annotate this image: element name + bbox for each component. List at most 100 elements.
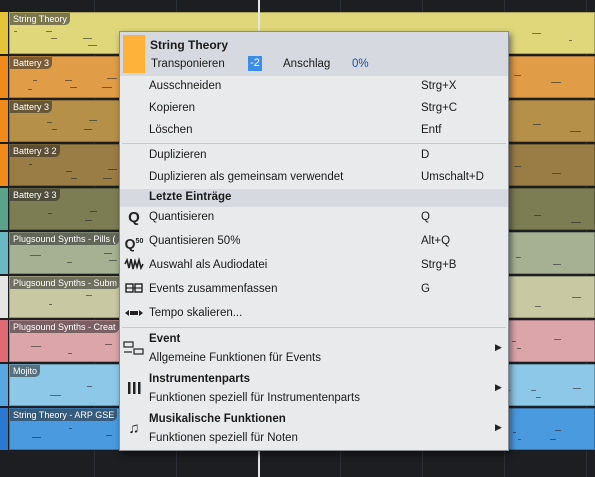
transpose-label: Transponieren — [151, 58, 225, 70]
note-mark — [104, 253, 112, 254]
part-title: Battery 3 — [10, 57, 53, 69]
quantize-50-icon: Q50 — [124, 235, 144, 252]
track-color-strip — [0, 408, 8, 450]
velocity-label: Anschlag — [283, 58, 331, 70]
track-color-strip — [0, 144, 8, 186]
menu-item-label: Duplizieren — [149, 149, 207, 161]
menu-item-tempo-scale[interactable]: Tempo skalieren... — [120, 303, 508, 325]
menu-item-shortcut: G — [421, 283, 430, 295]
submenu-title: Instrumentenparts — [149, 373, 250, 385]
menu-item-cut[interactable]: Ausschneiden Strg+X — [120, 76, 508, 98]
track-color-strip — [0, 188, 8, 230]
note-mark — [33, 80, 37, 81]
menu-item-shortcut: Entf — [421, 124, 442, 136]
note-mark — [14, 31, 17, 32]
note-mark — [513, 432, 516, 433]
note-mark — [512, 341, 516, 342]
recent-section-header: Letzte Einträge — [120, 189, 508, 207]
part-title: Plugsound Synths - Subm — [10, 277, 121, 289]
note-mark — [69, 428, 72, 429]
menu-item-delete[interactable]: Löschen Entf — [120, 120, 508, 142]
event-icon — [122, 340, 146, 360]
menu-item-label: Events zusammenfassen — [149, 283, 278, 295]
note-mark — [518, 439, 521, 440]
note-mark — [571, 222, 581, 223]
note-mark — [29, 164, 32, 165]
transpose-input[interactable]: -2 — [248, 56, 262, 71]
menu-item-label: Auswahl als Audiodatei — [149, 259, 268, 271]
menu-item-bounce-audio[interactable]: Auswahl als Audiodatei Strg+B — [120, 255, 508, 277]
menu-item-duplicate[interactable]: Duplizieren D — [120, 145, 508, 167]
submenu-title: Event — [149, 333, 181, 345]
note-mark — [90, 211, 97, 212]
menu-item-quantize[interactable]: Q Quantisieren Q — [120, 207, 508, 229]
note-mark — [552, 173, 561, 174]
note-mark — [88, 45, 97, 46]
note-mark — [572, 297, 581, 298]
menu-item-label: Quantisieren — [149, 211, 215, 223]
note-mark — [102, 87, 112, 88]
note-mark — [30, 255, 41, 256]
track-color-strip — [0, 320, 8, 362]
note-mark — [514, 75, 521, 76]
track-color-strip — [0, 232, 8, 274]
submenu-description: Funktionen speziell für Noten — [149, 432, 298, 444]
menu-item-shortcut: Strg+C — [421, 102, 458, 114]
note-mark — [517, 348, 521, 349]
menu-separator — [122, 143, 506, 144]
note-mark — [48, 213, 52, 214]
note-mark — [50, 395, 61, 396]
note-mark — [84, 129, 92, 130]
note-mark — [46, 31, 52, 32]
note-mark — [550, 439, 556, 440]
menu-item-shortcut: Alt+Q — [421, 235, 451, 247]
context-menu: String Theory Transponieren -2 Anschlag … — [119, 31, 509, 451]
note-mark — [66, 171, 72, 172]
part-title: Battery 3 2 — [10, 145, 60, 157]
submenu-description: Allgemeine Funktionen für Events — [149, 352, 321, 364]
waveform-icon — [123, 256, 145, 275]
menu-item-duplicate-shared[interactable]: Duplizieren als gemeinsam verwendet Umsc… — [120, 167, 508, 189]
part-color-swatch[interactable] — [123, 35, 145, 73]
menu-item-quantize-50[interactable]: Q50 Quantisieren 50% Alt+Q — [120, 231, 508, 253]
note-mark — [532, 33, 541, 34]
menu-item-copy[interactable]: Kopieren Strg+C — [120, 98, 508, 120]
part-title: Mojito — [10, 365, 41, 377]
piano-keys-icon — [122, 380, 146, 400]
menu-item-label: Quantisieren 50% — [149, 235, 241, 247]
menu-item-label: Löschen — [149, 124, 193, 136]
note-mark — [108, 169, 117, 170]
submenu-instrument-parts[interactable]: Instrumentenparts Funktionen speziell fü… — [120, 370, 508, 410]
note-mark — [573, 388, 581, 389]
note-mark — [534, 215, 541, 216]
velocity-input[interactable]: 0% — [352, 58, 369, 70]
note-mark — [31, 346, 41, 347]
note-mark — [51, 38, 57, 39]
submenu-musical-functions[interactable]: ♫ Musikalische Funktionen Funktionen spe… — [120, 410, 508, 450]
note-mark — [28, 89, 32, 90]
note-mark — [553, 264, 561, 265]
note-mark — [555, 430, 561, 431]
note-mark — [70, 87, 77, 88]
menu-item-label: Kopieren — [149, 102, 196, 114]
note-mark — [47, 122, 52, 123]
track-color-strip — [0, 276, 8, 318]
menu-item-label: Duplizieren als gemeinsam verwendet — [149, 171, 344, 183]
menu-item-shortcut: Strg+X — [421, 80, 457, 92]
chevron-right-icon: ▶ — [495, 382, 502, 392]
note-mark — [32, 437, 41, 438]
note-mark — [105, 344, 112, 345]
chevron-right-icon: ▶ — [495, 342, 502, 352]
note-mark — [106, 435, 112, 436]
note-mark — [109, 260, 117, 261]
quantize-icon: Q — [128, 209, 140, 226]
part-title: Plugsound Synths - Creat — [10, 321, 119, 333]
chevron-right-icon: ▶ — [495, 422, 502, 432]
note-mark — [86, 295, 92, 296]
submenu-event[interactable]: Event Allgemeine Funktionen für Events ▶ — [120, 330, 508, 370]
part-title: String Theory - ARP GSE — [10, 409, 118, 421]
menu-item-merge-events[interactable]: Events zusammenfassen G — [120, 279, 508, 301]
note-mark — [89, 120, 97, 121]
note-mark — [516, 257, 521, 258]
note-mark — [533, 124, 541, 125]
